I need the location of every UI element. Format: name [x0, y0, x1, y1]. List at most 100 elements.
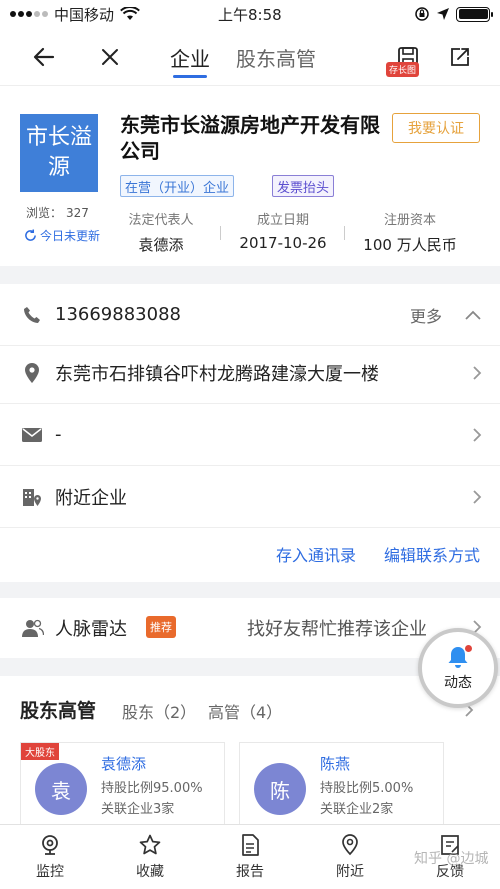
tab-label: 附近: [336, 864, 364, 880]
views-value: 327: [66, 206, 89, 220]
status-bar: 中国移动 上午8:58: [0, 0, 500, 28]
nearby-row[interactable]: 附近企业: [0, 466, 500, 528]
chevron-right-icon: [473, 489, 482, 504]
shareholders-title: 股东高管: [20, 700, 97, 722]
notification-dot: [465, 645, 472, 652]
close-icon: [102, 49, 118, 65]
close-button[interactable]: [90, 28, 130, 86]
save-long-image-button[interactable]: 存长图: [386, 28, 424, 86]
tab-company[interactable]: 企业: [170, 28, 210, 86]
address-row[interactable]: 东莞市石排镇谷吓村龙腾路建濠大厦一楼: [0, 342, 500, 404]
shareholders-card: 股东高管 股东（2） 高管（4） 大股东 袁 袁德添 持股比例95.00% 关联…: [0, 676, 500, 824]
save-contact-link[interactable]: 存入通讯录: [276, 542, 356, 566]
wifi-icon: [120, 7, 140, 20]
document-icon: [242, 834, 259, 856]
network-hint: 找好友帮忙推荐该企业: [247, 619, 427, 640]
stat-founded: 成立日期 2017-10-26: [236, 209, 330, 252]
network-label: 人脉雷达: [55, 619, 127, 640]
chevron-right-icon: [473, 427, 482, 442]
star-icon: [139, 834, 161, 855]
carrier-name: 中国移动: [54, 5, 115, 24]
more-contacts-label[interactable]: 更多: [410, 303, 442, 327]
stat-legal-rep: 法定代表人 袁德添: [120, 209, 202, 255]
email-text: -: [55, 424, 62, 445]
refresh-text: 今日未更新: [40, 229, 101, 243]
signal-icon: [10, 11, 48, 17]
status-right: [414, 6, 493, 22]
shareholder-name[interactable]: 袁德添: [101, 753, 146, 774]
company-card: 市长溢源 东莞市长溢源房地产开发有限公司 我要认证 在营（开业）企业 发票抬头 …: [0, 86, 500, 266]
nearby-companies-text: 附近企业: [55, 487, 127, 509]
tab-label: 监控: [36, 864, 64, 880]
shareholder-card[interactable]: 陈 陈燕 持股比例5.00% 关联企业2家: [239, 742, 444, 824]
stat-value: 100 万人民币: [363, 236, 457, 254]
stat-capital: 注册资本 100 万人民币: [358, 209, 462, 255]
stat-label: 成立日期: [256, 213, 309, 228]
location-pin-icon: [22, 362, 42, 383]
nav-bar: 企业 股东高管 存长图: [0, 28, 500, 86]
company-name: 东莞市长溢源房地产开发有限公司: [120, 113, 380, 163]
related-companies: 关联企业3家: [101, 802, 175, 817]
phone-icon: [22, 305, 42, 325]
stat-value: 2017-10-26: [239, 234, 327, 252]
shareholder-name[interactable]: 陈燕: [320, 753, 350, 774]
tab-nearby[interactable]: 附近: [300, 825, 400, 889]
recommend-badge: 推荐: [146, 616, 176, 638]
invoice-tag[interactable]: 发票抬头: [272, 175, 335, 197]
tab-shareholders[interactable]: 股东高管: [236, 28, 316, 86]
claim-button[interactable]: 我要认证: [392, 113, 480, 143]
stat-divider: [344, 226, 345, 240]
share-button[interactable]: [444, 28, 476, 86]
status-left: 中国移动: [10, 4, 140, 25]
status-time: 上午8:58: [218, 5, 282, 24]
stat-divider: [220, 226, 221, 240]
contact-card: 13669883088 更多 东莞市石排镇谷吓村龙腾路建濠大厦一楼 - 附近企业…: [0, 284, 500, 582]
location-arrow-icon: [437, 8, 449, 20]
views-label: 浏览：: [26, 206, 63, 220]
tab-label: 收藏: [136, 864, 164, 880]
shareholder-card[interactable]: 大股东 袁 袁德添 持股比例95.00% 关联企业3家: [20, 742, 225, 824]
battery-icon: [456, 6, 493, 22]
stat-label: 法定代表人: [128, 213, 194, 228]
location-pin-icon: [342, 834, 358, 856]
watermark: 知乎 @边城: [414, 851, 489, 867]
address-text: 东莞市石排镇谷吓村龙腾路建濠大厦一楼: [55, 363, 379, 385]
executive-count-tab[interactable]: 高管（4）: [208, 699, 282, 723]
nav-tabs: 企业 股东高管: [170, 28, 316, 86]
edit-contact-link[interactable]: 编辑联系方式: [384, 542, 480, 566]
back-button[interactable]: [24, 28, 64, 86]
dynamics-label: 动态: [444, 675, 472, 691]
building-icon: [22, 487, 42, 507]
email-row[interactable]: -: [0, 404, 500, 466]
shareholder-count-tab[interactable]: 股东（2）: [122, 699, 196, 723]
chevron-up-icon[interactable]: [464, 309, 482, 321]
long-image-badge: 存长图: [386, 62, 420, 77]
company-logo: 市长溢源: [20, 114, 98, 192]
refresh-icon: [25, 229, 36, 241]
contact-actions: 存入通讯录 编辑联系方式: [276, 542, 480, 566]
tab-report[interactable]: 报告: [200, 825, 300, 889]
status-tag: 在营（开业）企业: [120, 175, 235, 197]
related-companies: 关联企业2家: [320, 802, 394, 817]
tab-monitor[interactable]: 监控: [0, 825, 100, 889]
share-icon: [451, 48, 469, 66]
stat-label: 注册资本: [383, 213, 436, 228]
shareholding-ratio: 持股比例95.00%: [101, 781, 203, 796]
views-count: 浏览： 327: [26, 204, 89, 221]
major-shareholder-badge: 大股东: [21, 743, 59, 760]
refresh-status[interactable]: 今日未更新: [24, 227, 100, 244]
stat-value: 袁德添: [138, 236, 184, 254]
orientation-lock-icon: [415, 7, 429, 21]
shareholding-ratio: 持股比例5.00%: [320, 781, 414, 796]
phone-number[interactable]: 13669883088: [55, 304, 181, 325]
camera-monitor-icon: [42, 835, 58, 855]
dynamics-float-button[interactable]: 动态: [418, 628, 498, 708]
back-arrow-icon: [33, 47, 55, 67]
mail-icon: [22, 425, 42, 445]
avatar: 陈: [254, 763, 306, 815]
chevron-right-icon: [473, 365, 482, 380]
phone-row[interactable]: 13669883088 更多: [0, 284, 500, 346]
contacts-icon: [22, 619, 44, 637]
avatar: 袁: [35, 763, 87, 815]
tab-favorites[interactable]: 收藏: [100, 825, 200, 889]
